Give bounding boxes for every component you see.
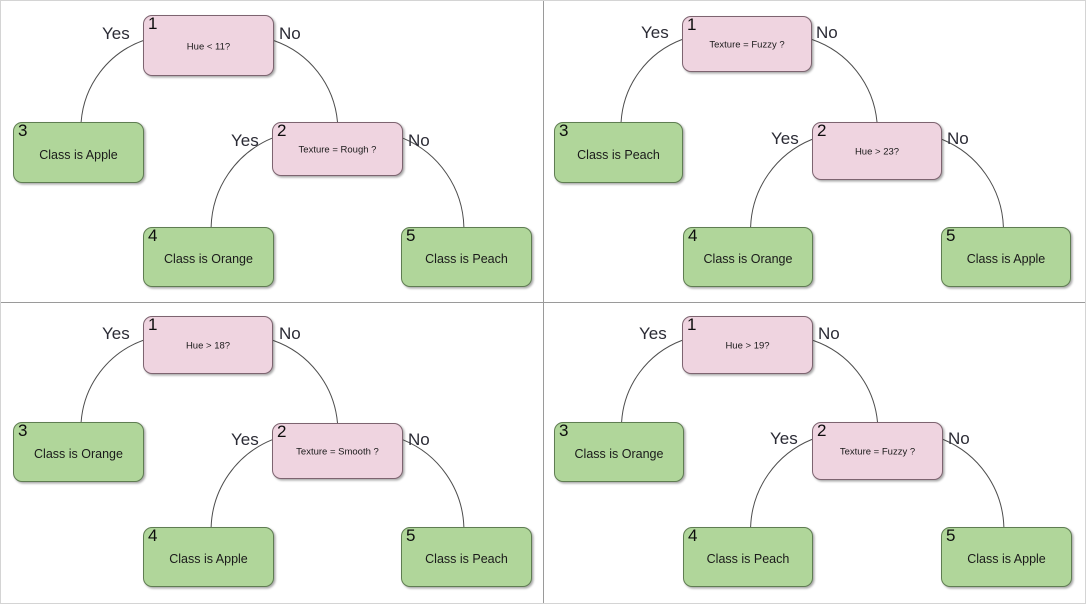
node-label: Texture = Fuzzy ? (813, 447, 942, 458)
node-label: Class is Apple (144, 552, 273, 566)
panel-bottom-left: 1 Hue > 18? 2 Texture = Smooth ? 3 Class is O… (2, 303, 543, 604)
node-label: Hue < 11? (144, 41, 273, 52)
node-4-leaf[interactable]: 4 Class is Orange (683, 227, 813, 287)
node-3-leaf[interactable]: 3 Class is Orange (554, 422, 684, 482)
node-2-decision[interactable]: 2 Hue > 23? (812, 122, 942, 180)
node-label: Class is Orange (555, 447, 683, 461)
diagram-canvas: 1 Hue < 11? 2 Texture = Rough ? 3 Class is Ap… (0, 0, 1086, 604)
edge-2-5 (942, 139, 1003, 227)
edge-label-2-4-yes: Yes (771, 130, 799, 147)
node-label: Hue > 18? (144, 341, 272, 352)
edge-1-2 (274, 41, 338, 122)
panel-top-left: 1 Hue < 11? 2 Texture = Rough ? 3 Class is Ap… (2, 2, 543, 302)
node-3-leaf[interactable]: 3 Class is Apple (13, 122, 144, 183)
node-1-decision[interactable]: 1 Hue > 19? (682, 316, 813, 374)
edge-2-4 (211, 138, 272, 227)
node-5-leaf[interactable]: 5 Class is Apple (941, 527, 1072, 587)
node-5-leaf[interactable]: 5 Class is Apple (941, 227, 1071, 287)
node-3-leaf[interactable]: 3 Class is Peach (554, 122, 683, 183)
node-2-decision[interactable]: 2 Texture = Fuzzy ? (812, 422, 943, 480)
node-label: Texture = Rough ? (273, 145, 402, 156)
node-id-badge: 5 (406, 227, 415, 244)
node-4-leaf[interactable]: 4 Class is Apple (143, 527, 274, 587)
edge-1-2 (812, 40, 877, 122)
node-id-badge: 5 (406, 527, 415, 544)
node-id-badge: 4 (688, 527, 697, 544)
edge-2-5 (403, 440, 464, 527)
edge-label-1-3-yes: Yes (641, 24, 669, 41)
node-label: Class is Peach (402, 252, 531, 266)
edge-2-4 (751, 139, 812, 227)
edge-2-5 (943, 439, 1004, 527)
edge-2-4 (751, 439, 812, 527)
edge-2-5 (403, 138, 464, 227)
node-label: Class is Peach (555, 148, 682, 162)
node-4-leaf[interactable]: 4 Class is Orange (143, 227, 274, 287)
node-5-leaf[interactable]: 5 Class is Peach (401, 227, 532, 287)
edge-label-1-2-no: No (279, 25, 301, 42)
edge-1-3 (81, 41, 143, 122)
node-label: Class is Peach (402, 552, 531, 566)
node-id-badge: 3 (18, 122, 27, 139)
node-label: Texture = Smooth ? (273, 447, 402, 458)
node-3-leaf[interactable]: 3 Class is Orange (13, 422, 144, 482)
node-label: Class is Apple (942, 252, 1070, 266)
node-label: Class is Apple (14, 148, 143, 162)
node-id-badge: 5 (946, 227, 955, 244)
node-id-badge: 1 (148, 15, 157, 32)
node-label: Class is Orange (684, 252, 812, 266)
edge-1-3 (621, 40, 682, 122)
node-id-badge: 2 (817, 422, 826, 439)
edge-1-3 (622, 340, 682, 422)
node-2-decision[interactable]: 2 Texture = Smooth ? (272, 423, 403, 479)
node-label: Class is Peach (684, 552, 812, 566)
node-id-badge: 4 (688, 227, 697, 244)
panel-bottom-right: 1 Hue > 19? 2 Texture = Fuzzy ? 3 Class is Or… (544, 303, 1086, 604)
edge-label-2-5-no: No (947, 130, 969, 147)
edge-label-1-2-no: No (279, 325, 301, 342)
node-4-leaf[interactable]: 4 Class is Peach (683, 527, 813, 587)
node-5-leaf[interactable]: 5 Class is Peach (401, 527, 532, 587)
edge-label-1-3-yes: Yes (639, 325, 667, 342)
edge-2-4 (211, 440, 272, 527)
edge-label-2-5-no: No (948, 430, 970, 447)
node-label: Hue > 19? (683, 341, 812, 352)
node-id-badge: 1 (148, 316, 157, 333)
edge-1-2 (273, 340, 338, 423)
edge-label-1-3-yes: Yes (102, 325, 130, 342)
node-id-badge: 3 (559, 422, 568, 439)
node-1-decision[interactable]: 1 Texture = Fuzzy ? (682, 16, 812, 72)
edge-1-3 (81, 340, 143, 422)
node-label: Class is Orange (14, 447, 143, 461)
edge-label-1-3-yes: Yes (102, 25, 130, 42)
node-id-badge: 4 (148, 527, 157, 544)
node-1-decision[interactable]: 1 Hue < 11? (143, 15, 274, 76)
panel-top-right: 1 Texture = Fuzzy ? 2 Hue > 23? 3 Class is Pe… (544, 2, 1086, 302)
node-label: Class is Orange (144, 252, 273, 266)
node-id-badge: 1 (687, 316, 696, 333)
edge-label-2-5-no: No (408, 431, 430, 448)
edge-label-2-4-yes: Yes (231, 431, 259, 448)
node-id-badge: 2 (277, 423, 286, 440)
node-id-badge: 5 (946, 527, 955, 544)
node-label: Class is Apple (942, 552, 1071, 566)
node-id-badge: 3 (18, 422, 27, 439)
node-id-badge: 3 (559, 122, 568, 139)
node-id-badge: 4 (148, 227, 157, 244)
node-id-badge: 1 (687, 16, 696, 33)
edge-label-2-5-no: No (408, 132, 430, 149)
node-id-badge: 2 (277, 122, 286, 139)
edge-label-2-4-yes: Yes (231, 132, 259, 149)
node-id-badge: 2 (817, 122, 826, 139)
node-label: Hue > 23? (813, 147, 941, 158)
node-1-decision[interactable]: 1 Hue > 18? (143, 316, 273, 374)
node-label: Texture = Fuzzy ? (683, 40, 811, 51)
node-2-decision[interactable]: 2 Texture = Rough ? (272, 122, 403, 176)
edge-label-1-2-no: No (818, 325, 840, 342)
edge-label-1-2-no: No (816, 24, 838, 41)
edge-1-2 (813, 340, 878, 422)
edge-label-2-4-yes: Yes (770, 430, 798, 447)
